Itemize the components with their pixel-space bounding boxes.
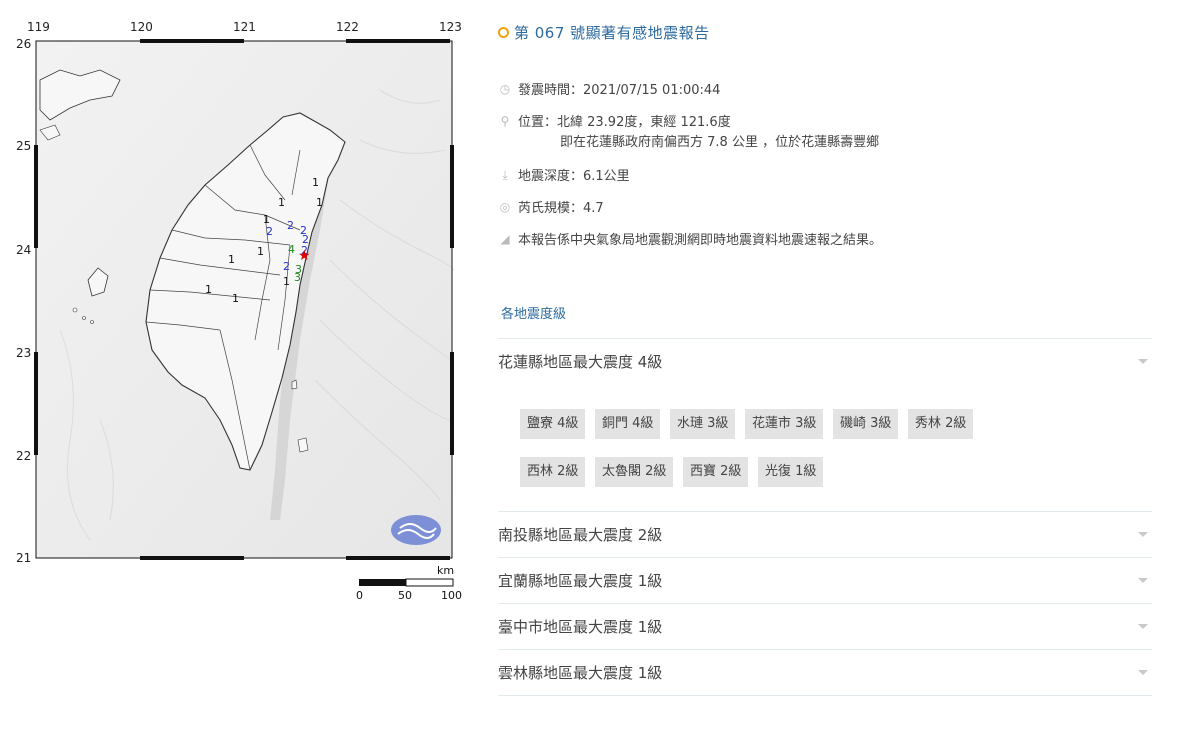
county-row-yunlin[interactable]: 雲林縣地區最大震度 1級 <box>498 649 1152 695</box>
intensity-mark: 2 <box>266 225 273 238</box>
intensity-mark: 1 <box>257 245 264 258</box>
origin-time: 發震時間：2021/07/15 01:00:44 <box>518 83 721 98</box>
report-panel: 第 067 號顯著有感地震報告 ◷ 發震時間：2021/07/15 01:00:… <box>498 0 1152 734</box>
magnitude-row: ◎ 芮氏規模：4.7 <box>498 199 604 219</box>
county-label: 雲林縣地區最大震度 1級 <box>498 664 663 682</box>
map-canvas <box>34 39 454 587</box>
intensity-mark: 4 <box>288 243 295 256</box>
station-chip[interactable]: 水璉 3級 <box>670 409 736 439</box>
intensity-mark: 1 <box>205 283 212 296</box>
intensity-mark: 1 <box>228 253 235 266</box>
station-chip[interactable]: 秀林 2級 <box>908 409 974 439</box>
intensity-mark: 1 <box>316 196 323 209</box>
county-row-hualien[interactable]: 花蓮縣地區最大震度 4級 <box>498 338 1152 384</box>
clock-icon: ◷ <box>499 82 511 96</box>
county-label: 花蓮縣地區最大震度 4級 <box>498 353 663 371</box>
county-row-taichung[interactable]: 臺中市地區最大震度 1級 <box>498 603 1152 649</box>
scale-label-50: 50 <box>398 589 412 602</box>
location-coords: 位置：北緯 23.92度，東經 121.6度 <box>518 115 731 130</box>
caret-down-icon <box>1138 578 1148 583</box>
earthquake-map: 119 120 121 122 123 26 25 24 23 22 21 1 … <box>0 0 480 620</box>
county-row-yilan[interactable]: 宜蘭縣地區最大震度 1級 <box>498 557 1152 603</box>
county-label: 南投縣地區最大震度 2級 <box>498 526 663 544</box>
caret-down-icon <box>1138 532 1148 537</box>
wave-icon: ◎ <box>499 200 511 214</box>
scale-bar <box>359 578 454 587</box>
station-chip[interactable]: 磯崎 3級 <box>833 409 899 439</box>
map-pin-icon: ⚲ <box>500 114 510 128</box>
station-chip[interactable]: 西林 2級 <box>520 457 586 487</box>
report-note: 本報告係中央氣象局地震觀測網即時地震資料地震速報之結果。 <box>518 233 883 248</box>
bottom-divider <box>498 695 1152 696</box>
intensity-mark: 3 <box>294 271 301 284</box>
station-chip[interactable]: 銅門 4級 <box>595 409 661 439</box>
cwb-logo <box>391 515 441 545</box>
station-chip[interactable]: 西寶 2級 <box>683 457 749 487</box>
intensity-mark: 1 <box>263 213 270 226</box>
intensity-mark: 1 <box>283 275 290 288</box>
megaphone-icon: ◢ <box>500 232 510 246</box>
scale-unit: km <box>437 564 455 577</box>
report-title-row: 第 067 號顯著有感地震報告 <box>498 22 710 43</box>
title-bullet-icon <box>498 27 509 38</box>
location-row: ⚲ 位置：北緯 23.92度，東經 121.6度 即在花蓮縣政府南偏西方 7.8… <box>498 113 879 153</box>
green-island <box>291 379 298 390</box>
scale-label-0: 0 <box>356 589 363 602</box>
orchid-island <box>297 437 309 453</box>
station-chip[interactable]: 鹽寮 4級 <box>520 409 586 439</box>
station-chip[interactable]: 光復 1級 <box>758 457 824 487</box>
intensity-mark: 1 <box>312 176 319 189</box>
caret-down-icon <box>1138 359 1148 364</box>
intensity-mark: 1 <box>278 196 285 209</box>
depth-row: ⤓ 地震深度：6.1公里 <box>498 167 630 187</box>
report-title: 第 067 號顯著有感地震報告 <box>514 24 710 42</box>
depth-icon: ⤓ <box>502 168 508 182</box>
county-row-nantou[interactable]: 南投縣地區最大震度 2級 <box>498 511 1152 557</box>
county-label: 臺中市地區最大震度 1級 <box>498 618 663 636</box>
caret-down-icon <box>1138 624 1148 629</box>
station-chip[interactable]: 太魯閣 2級 <box>595 457 674 487</box>
intensity-mark: 2 <box>287 219 294 232</box>
origin-time-row: ◷ 發震時間：2021/07/15 01:00:44 <box>498 81 721 101</box>
magnitude: 芮氏規模：4.7 <box>518 201 604 216</box>
scale-label-100: 100 <box>441 589 462 602</box>
epicenter-star: ★ <box>298 248 311 264</box>
intensity-mark: 1 <box>232 292 239 305</box>
county-label: 宜蘭縣地區最大震度 1級 <box>498 572 663 590</box>
note-row: ◢ 本報告係中央氣象局地震觀測網即時地震資料地震速報之結果。 <box>498 231 882 251</box>
section-title: 各地震度級 <box>501 307 567 322</box>
depth: 地震深度：6.1公里 <box>518 169 630 184</box>
location-description: 即在花蓮縣政府南偏西方 7.8 公里 ，位於花蓮縣壽豐鄉 <box>560 135 880 150</box>
intensity-mark: 2 <box>283 260 290 273</box>
caret-down-icon <box>1138 670 1148 675</box>
station-chip[interactable]: 花蓮市 3級 <box>745 409 824 439</box>
